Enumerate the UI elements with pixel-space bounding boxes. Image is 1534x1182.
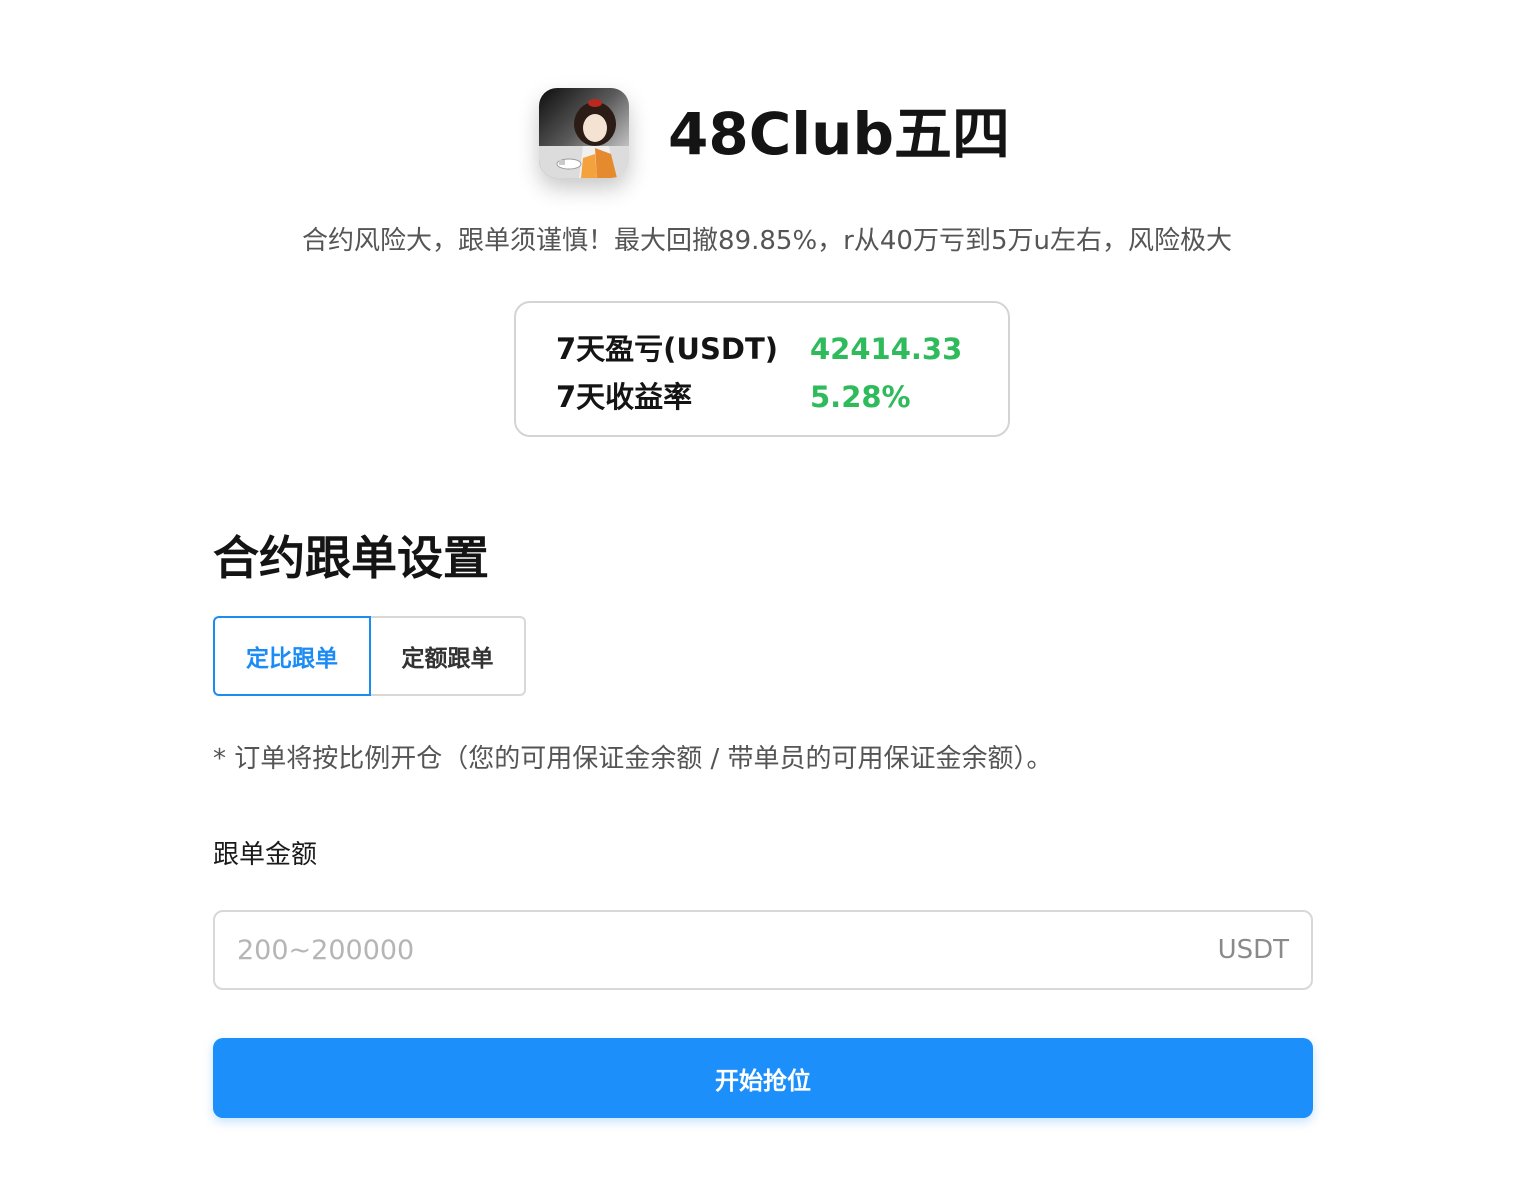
amount-input[interactable] [237, 912, 1137, 988]
tab-ratio-copy[interactable]: 定比跟单 [213, 616, 371, 696]
risk-description: 合约风险大，跟单须谨慎！最大回撤89.85%，r从40万亏到5万u左右，风险极大 [302, 226, 1232, 256]
stats-card: 7天盈亏(USDT) 42414.33 7天收益率 5.28% [514, 301, 1010, 437]
pnl-value: 42414.33 [810, 332, 963, 366]
amount-label: 跟单金额 [213, 840, 318, 870]
trader-name: 48Club五四 [668, 100, 1010, 168]
ratio-note: * 订单将按比例开仓（您的可用保证金余额 / 带单员的可用保证金余额）。 [213, 744, 1053, 774]
tab-fixed-copy[interactable]: 定额跟单 [371, 616, 526, 696]
settings-title: 合约跟单设置 [213, 531, 489, 585]
amount-unit: USDT [1217, 935, 1289, 965]
roi-label: 7天收益率 [556, 380, 693, 414]
amount-field: USDT [213, 910, 1313, 990]
copy-mode-tabs: 定比跟单 定额跟单 [213, 616, 526, 696]
roi-value: 5.28% [810, 380, 911, 414]
trader-avatar-illustration-icon [539, 88, 629, 178]
pnl-label: 7天盈亏(USDT) [556, 332, 778, 366]
trader-avatar [539, 88, 629, 178]
start-copy-button[interactable]: 开始抢位 [213, 1038, 1313, 1118]
